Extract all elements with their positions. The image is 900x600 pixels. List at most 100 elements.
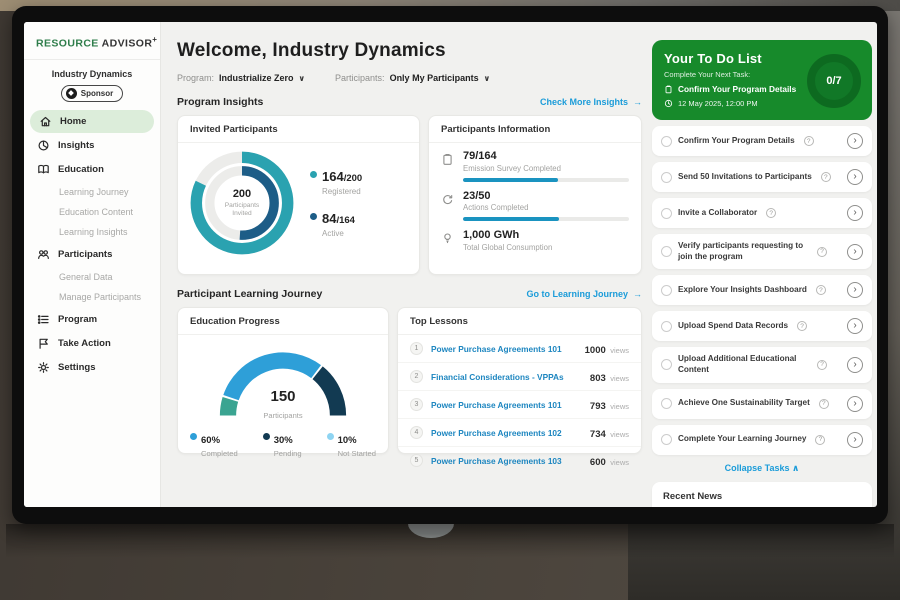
sidebar-item-education-content[interactable]: Education Content — [24, 202, 160, 222]
task-checkbox[interactable] — [661, 398, 672, 409]
sidebar-item-learning-insights[interactable]: Learning Insights — [24, 222, 160, 242]
todo-task-row[interactable]: Upload Additional Educational Content ? … — [652, 347, 872, 382]
help-icon[interactable]: ? — [797, 321, 807, 331]
todo-task-row[interactable]: Explore Your Insights Dashboard ? › — [652, 275, 872, 305]
sidebar-divider — [24, 59, 160, 60]
legend-pct: 60% — [201, 435, 220, 446]
check-more-insights-link[interactable]: Check More Insights → — [540, 97, 642, 107]
sidebar-item-learning-journey[interactable]: Learning Journey — [24, 182, 160, 202]
sidebar-nav: Home Insights Education Learning Journey… — [24, 110, 160, 379]
todo-task-row[interactable]: Upload Spend Data Records ? › — [652, 311, 872, 341]
help-icon[interactable]: ? — [819, 399, 829, 409]
home-icon — [39, 115, 52, 128]
sidebar-item-manage-participants[interactable]: Manage Participants — [24, 287, 160, 307]
sidebar-item-program[interactable]: Program — [24, 308, 160, 331]
chevron-right-icon[interactable]: › — [847, 169, 863, 185]
sidebar-item-settings[interactable]: Settings — [24, 356, 160, 379]
link-label: Go to Learning Journey — [526, 289, 628, 299]
todo-task-row[interactable]: Complete Your Learning Journey ? › — [652, 425, 872, 455]
chevron-right-icon[interactable]: › — [847, 432, 863, 448]
program-filter[interactable]: Program: Industrialize Zero ∨ — [177, 73, 305, 83]
task-checkbox[interactable] — [661, 208, 672, 219]
help-icon[interactable]: ? — [816, 285, 826, 295]
help-icon[interactable]: ? — [817, 247, 827, 257]
lesson-link[interactable]: Power Purchase Agreements 101 — [431, 344, 585, 354]
legend-total: /200 — [344, 173, 363, 184]
take-action-icon — [37, 337, 50, 350]
sidebar-item-home[interactable]: Home — [30, 110, 154, 133]
sidebar-item-label: Learning Journey — [59, 187, 129, 197]
todo-progress-count: 0/7 — [826, 75, 841, 87]
section-title-program-insights: Program Insights — [177, 96, 263, 108]
participants-filter[interactable]: Participants: Only My Participants ∨ — [335, 73, 490, 83]
invited-participants-body: 200 Participants Invited 164/200 Registe… — [178, 143, 419, 257]
sidebar-item-insights[interactable]: Insights — [24, 134, 160, 157]
help-icon[interactable]: ? — [766, 208, 776, 218]
todo-task-row[interactable]: Invite a Collaborator ? › — [652, 198, 872, 228]
lesson-link[interactable]: Power Purchase Agreements 101 — [431, 400, 590, 410]
task-label: Upload Additional Educational Content — [678, 354, 808, 375]
section-title-learning-journey: Participant Learning Journey — [177, 288, 322, 300]
task-checkbox[interactable] — [661, 434, 672, 445]
progress-fill — [463, 217, 559, 221]
chevron-right-icon[interactable]: › — [847, 282, 863, 298]
help-icon[interactable]: ? — [804, 136, 814, 146]
chevron-right-icon[interactable]: › — [847, 133, 863, 149]
legend-not-started: 10% Not Started — [327, 430, 376, 458]
legend-dot-pending — [263, 433, 270, 440]
stat-value: 79/164 — [463, 150, 561, 163]
sidebar-item-label: Learning Insights — [59, 227, 128, 237]
lesson-rank: 3 — [410, 398, 423, 411]
task-checkbox[interactable] — [661, 246, 672, 257]
task-checkbox[interactable] — [661, 285, 672, 296]
lesson-link[interactable]: Power Purchase Agreements 102 — [431, 428, 590, 438]
collapse-label: Collapse Tasks — [725, 463, 790, 473]
sidebar-item-general-data[interactable]: General Data — [24, 267, 160, 287]
logo-plus: + — [152, 35, 157, 44]
sidebar-item-participants[interactable]: Participants — [24, 243, 160, 266]
todo-progress-ring: 0/7 — [807, 54, 861, 108]
sidebar-item-label: General Data — [59, 272, 113, 282]
recent-news-title: Recent News — [663, 491, 861, 502]
lesson-row: 3 Power Purchase Agreements 101 793 view… — [398, 391, 641, 419]
sidebar-item-take-action[interactable]: Take Action — [24, 332, 160, 355]
lesson-link[interactable]: Power Purchase Agreements 103 — [431, 456, 590, 466]
legend-dot-active — [310, 213, 317, 220]
chevron-right-icon[interactable]: › — [847, 244, 863, 260]
task-checkbox[interactable] — [661, 321, 672, 332]
collapse-tasks-link[interactable]: Collapse Tasks ∧ — [652, 455, 872, 480]
task-checkbox[interactable] — [661, 359, 672, 370]
donut-center-value: 200 — [233, 188, 251, 200]
legend-label: Completed — [201, 449, 238, 458]
lesson-link[interactable]: Financial Considerations - VPPAs — [431, 372, 590, 382]
clock-icon — [664, 99, 673, 108]
help-icon[interactable]: ? — [817, 360, 827, 370]
help-icon[interactable]: ? — [821, 172, 831, 182]
todo-task-row[interactable]: Achieve One Sustainability Target ? › — [652, 389, 872, 419]
task-checkbox[interactable] — [661, 172, 672, 183]
chevron-right-icon[interactable]: › — [847, 357, 863, 373]
go-to-learning-journey-link[interactable]: Go to Learning Journey → — [526, 289, 642, 299]
chevron-right-icon[interactable]: › — [847, 396, 863, 412]
participants-information-card: Participants Information 79/164 Emission… — [428, 115, 642, 275]
sidebar-item-label: Manage Participants — [59, 292, 141, 302]
chevron-up-icon: ∧ — [792, 463, 799, 473]
chevron-right-icon[interactable]: › — [847, 318, 863, 334]
legend-dot-completed — [190, 433, 197, 440]
donut-center-caption: Participants Invited — [219, 202, 265, 218]
sidebar: RESOURCE ADVISOR+ Industry Dynamics Spon… — [24, 22, 161, 507]
task-checkbox[interactable] — [661, 136, 672, 147]
todo-task-row[interactable]: Confirm Your Program Details ? › — [652, 126, 872, 156]
task-label: Verify participants requesting to join t… — [678, 241, 808, 262]
help-icon[interactable]: ? — [815, 435, 825, 445]
participants-icon — [37, 248, 50, 261]
todo-task-row[interactable]: Verify participants requesting to join t… — [652, 234, 872, 269]
top-lessons-card: Top Lessons 1 Power Purchase Agreements … — [397, 307, 642, 454]
filters-row: Program: Industrialize Zero ∨ Participan… — [177, 73, 642, 83]
gauge-center-label: 150 Participants — [208, 388, 358, 423]
todo-task-row[interactable]: Send 50 Invitations to Participants ? › — [652, 162, 872, 192]
survey-icon — [441, 153, 454, 166]
sidebar-item-education[interactable]: Education — [24, 158, 160, 181]
chevron-right-icon[interactable]: › — [847, 205, 863, 221]
lesson-views: 1000 — [585, 345, 606, 356]
